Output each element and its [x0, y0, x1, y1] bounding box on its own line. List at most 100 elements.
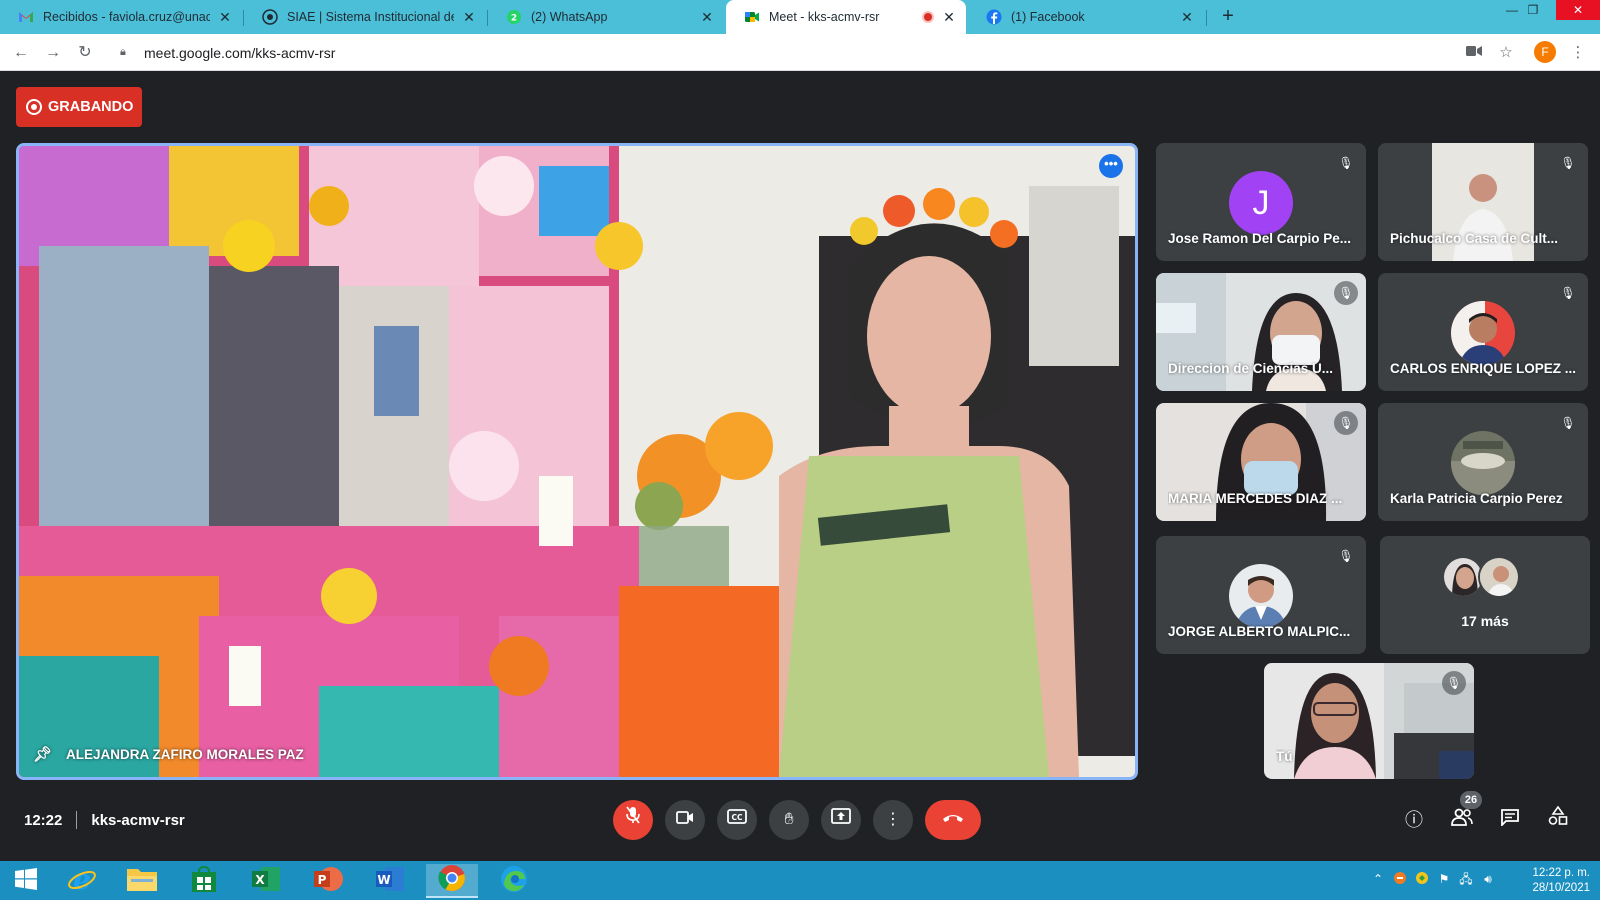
network-icon[interactable]: 🖧︎ [1458, 871, 1474, 887]
taskbar-excel[interactable]: X [240, 864, 292, 898]
present-screen-button[interactable] [821, 800, 861, 840]
raise-hand-button[interactable]: ✋︎ [769, 800, 809, 840]
browser-menu-icon[interactable]: ⋮ [1566, 41, 1590, 65]
word-icon: W [375, 865, 405, 898]
chrome-icon [438, 864, 466, 897]
close-tab-icon[interactable]: ✕ [1178, 9, 1196, 26]
tab-separator [1206, 10, 1207, 26]
volume-icon[interactable]: 🔊︎ [1480, 871, 1496, 887]
mic-off-icon [625, 806, 641, 828]
mic-muted-icon: 🎙︎ [1334, 281, 1358, 305]
gmail-icon [18, 9, 34, 25]
participant-avatar [1451, 431, 1515, 495]
tab-whatsapp[interactable]: 2 (2) WhatsApp ✕ [488, 0, 724, 34]
mic-muted-icon: 🎙︎ [1334, 151, 1358, 175]
activities-button[interactable] [1544, 805, 1572, 834]
participants-button[interactable] [1448, 806, 1476, 834]
tray-sync-icon[interactable] [1414, 871, 1430, 887]
more-options-button[interactable]: ⋮ [873, 800, 913, 840]
participant-avatar [1229, 564, 1293, 628]
close-tab-icon[interactable]: ✕ [216, 9, 234, 26]
participant-count-badge: 26 [1460, 791, 1482, 809]
svg-text:X: X [255, 873, 265, 887]
taskbar-store[interactable] [178, 864, 230, 898]
mic-muted-icon: 🎙︎ [1334, 411, 1358, 435]
participant-tile[interactable]: 🎙︎ MARIA MERCEDES DIAZ ... [1156, 403, 1366, 521]
lock-icon: 🔒︎ [120, 46, 126, 58]
svg-text:CC: CC [731, 813, 743, 822]
tray-flag-icon[interactable]: ⚑ [1436, 871, 1452, 887]
taskbar-word[interactable]: W [364, 864, 416, 898]
profile-avatar[interactable]: F [1534, 41, 1556, 63]
mic-toggle-button[interactable] [613, 800, 653, 840]
mic-muted-icon: 🎙︎ [1556, 411, 1580, 435]
bookmark-star-icon[interactable]: ☆ [1494, 41, 1518, 65]
tab-facebook[interactable]: (1) Facebook ✕ [968, 0, 1204, 34]
tab-meet[interactable]: Meet - kks-acmv-rsr ✕ [726, 0, 966, 34]
address-bar[interactable]: 🔒︎ meet.google.com/kks-acmv-rsr [110, 39, 1422, 66]
close-window-icon[interactable]: ✕ [1556, 0, 1600, 20]
store-bag-icon [190, 865, 218, 898]
excel-icon: X [251, 865, 281, 898]
tab-siae[interactable]: SIAE | Sistema Institucional de Ad ✕ [244, 0, 486, 34]
taskbar-edge[interactable] [488, 864, 540, 898]
edge-icon [500, 865, 528, 898]
back-icon[interactable]: ← [8, 40, 34, 66]
svg-text:2: 2 [511, 14, 517, 24]
show-hidden-icons[interactable]: ⌃ [1370, 871, 1386, 887]
reload-icon[interactable]: ↻ [72, 40, 98, 66]
meet-icon [744, 9, 760, 25]
browser-toolbar: ← → ↻ 🔒︎ meet.google.com/kks-acmv-rsr ☆ … [0, 34, 1600, 71]
mic-muted-icon: 🎙︎ [1556, 151, 1580, 175]
restore-icon[interactable]: ❐ [1514, 0, 1552, 20]
new-tab-button[interactable]: + [1216, 5, 1240, 29]
captions-button[interactable]: CC [717, 800, 757, 840]
taskbar-file-explorer[interactable] [116, 864, 168, 898]
participant-tile[interactable]: 🎙︎ Pichucalco Casa de Cult... [1378, 143, 1588, 261]
tab-gmail[interactable]: Recibidos - faviola.cruz@unach.mx ✕ [0, 0, 242, 34]
recording-indicator-icon [922, 11, 934, 23]
internet-explorer-icon: e [67, 863, 97, 899]
windows-logo-icon [14, 867, 38, 896]
svg-text:P: P [318, 873, 327, 887]
close-tab-icon[interactable]: ✕ [460, 9, 478, 26]
taskbar-powerpoint[interactable]: P [302, 864, 354, 898]
more-participants-tile[interactable]: 17 más [1380, 536, 1590, 654]
meeting-details-button[interactable]: ⓘ [1400, 806, 1428, 834]
participant-avatar: J [1229, 171, 1293, 235]
video-camera-icon [676, 811, 694, 828]
taskbar-chrome[interactable] [426, 864, 478, 898]
camera-in-use-icon[interactable] [1462, 41, 1486, 65]
start-button[interactable] [0, 864, 52, 898]
people-icon [1450, 808, 1474, 830]
divider [76, 811, 78, 829]
address-text: meet.google.com/kks-acmv-rsr [144, 44, 336, 61]
svg-text:e: e [73, 864, 91, 894]
close-tab-icon[interactable]: ✕ [698, 9, 716, 26]
participant-tile[interactable]: 🎙︎ CARLOS ENRIQUE LOPEZ ... [1378, 273, 1588, 391]
participant-avatar [1478, 556, 1520, 598]
forward-icon[interactable]: → [40, 40, 66, 66]
pinned-participant-video[interactable]: ••• 📌︎ ALEJANDRA ZAFIRO MORALES PAZ [16, 143, 1138, 780]
chat-button[interactable] [1496, 806, 1524, 834]
tray-app-icon[interactable] [1392, 871, 1408, 887]
meeting-info: 12:22 kks-acmv-rsr [24, 811, 185, 829]
participant-tile[interactable]: 🎙︎ Karla Patricia Carpio Perez [1378, 403, 1588, 521]
whatsapp-icon: 2 [506, 9, 522, 25]
present-screen-icon [831, 808, 851, 828]
recording-badge[interactable]: GRABANDO [16, 87, 142, 127]
system-clock[interactable]: 12:22 p. m. 28/10/2021 [1518, 866, 1590, 896]
taskbar-internet-explorer[interactable]: e [56, 863, 108, 899]
mic-muted-icon: 🎙︎ [1556, 281, 1580, 305]
participant-tile[interactable]: J 🎙︎ Jose Ramon Del Carpio Pe... [1156, 143, 1366, 261]
participant-tile[interactable]: 🎙︎ Direccion de Ciencias U... [1156, 273, 1366, 391]
self-view-tile[interactable]: 🎙︎ Tú [1264, 663, 1474, 779]
leave-call-button[interactable] [925, 800, 981, 840]
participant-tile[interactable]: 🎙︎ JORGE ALBERTO MALPIC... [1156, 536, 1366, 654]
camera-toggle-button[interactable] [665, 800, 705, 840]
more-vertical-icon: ⋮ [885, 811, 901, 828]
mic-muted-icon: 🎙︎ [1442, 671, 1466, 695]
pin-icon[interactable]: 📌︎ [33, 745, 52, 763]
more-options-icon[interactable]: ••• [1099, 154, 1123, 178]
close-tab-icon[interactable]: ✕ [940, 9, 958, 26]
